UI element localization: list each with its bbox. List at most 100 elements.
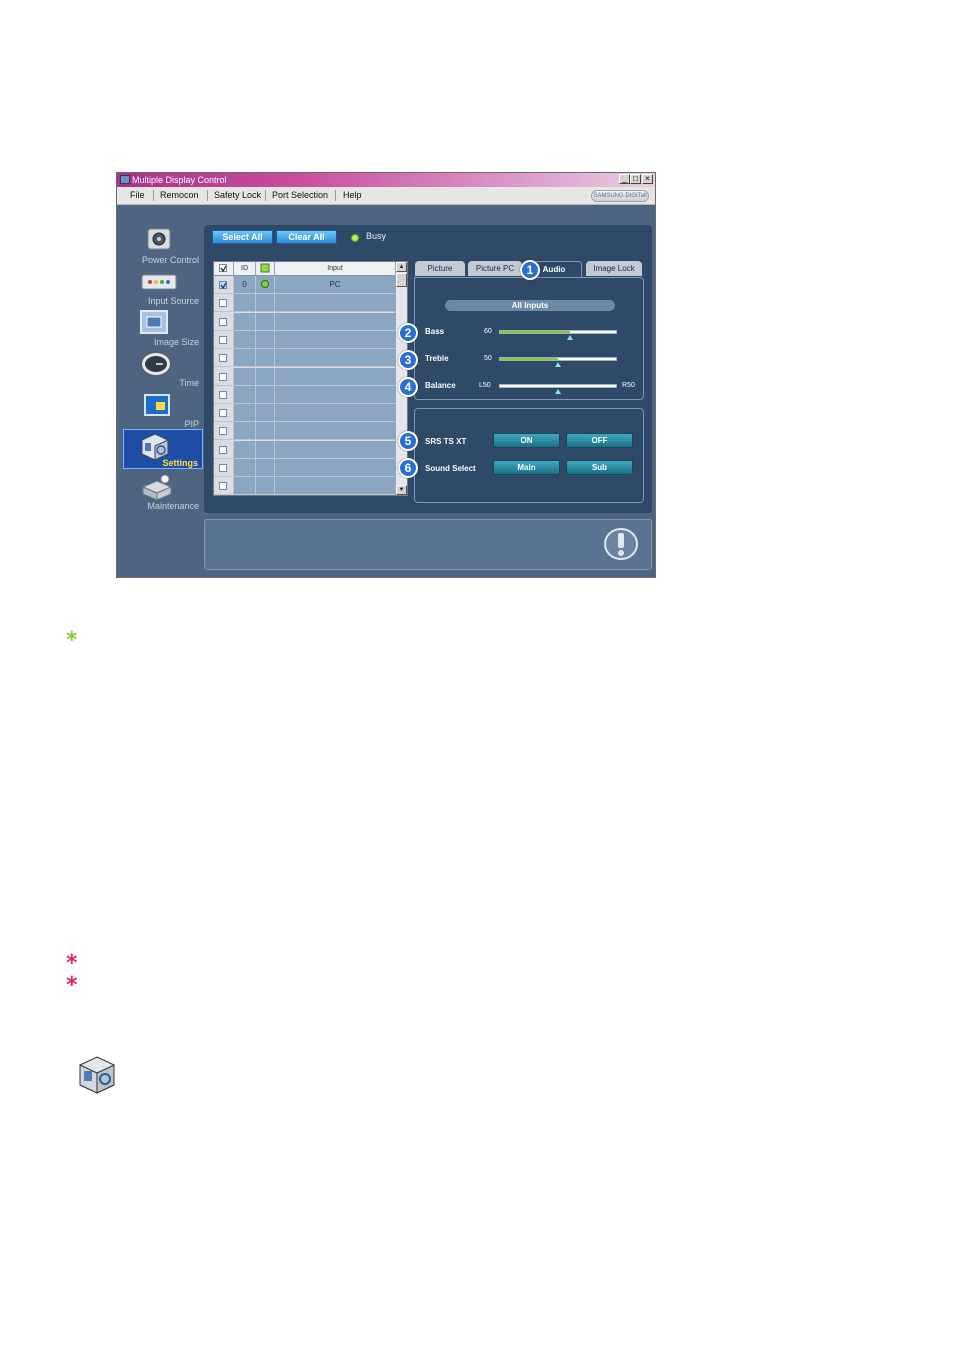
row-checkbox[interactable] <box>219 390 227 399</box>
row-checkbox[interactable] <box>219 445 227 454</box>
row-id-cell <box>234 422 256 440</box>
row-status-cell <box>256 440 275 458</box>
table-row[interactable] <box>214 312 396 331</box>
row-input-cell <box>275 312 396 330</box>
app-icon <box>120 175 130 184</box>
table-row[interactable] <box>214 422 396 441</box>
title-bar[interactable]: Multiple Display Control _ □ × <box>117 173 655 187</box>
balance-slider-thumb[interactable] <box>555 389 561 394</box>
treble-slider-thumb[interactable] <box>555 362 561 367</box>
nav-pip[interactable]: PIP <box>123 389 203 429</box>
row-checkbox[interactable] <box>219 354 227 363</box>
row-checkbox-cell[interactable] <box>214 312 234 330</box>
scroll-thumb[interactable] <box>396 273 407 287</box>
row-checkbox[interactable] <box>219 335 227 344</box>
row-checkbox[interactable] <box>219 427 227 436</box>
table-row[interactable] <box>214 459 396 477</box>
table-row[interactable] <box>214 330 396 349</box>
nav-image-size[interactable]: Image Size <box>123 307 203 347</box>
scroll-down-icon[interactable]: ▼ <box>396 485 407 495</box>
srs-off-button[interactable]: OFF <box>566 433 633 448</box>
table-row[interactable] <box>214 404 396 423</box>
srs-on-button[interactable]: ON <box>493 433 560 448</box>
exclamation-icon <box>604 528 638 560</box>
srs-label: SRS TS XT <box>425 437 467 446</box>
sound-options-panel: SRS TS XT ON OFF Sound Select Main Sub <box>414 408 644 503</box>
app-window: Multiple Display Control _ □ × File Remo… <box>116 172 656 578</box>
row-checkbox[interactable] <box>219 409 227 418</box>
row-input-cell <box>275 440 396 458</box>
table-row[interactable] <box>214 349 396 368</box>
table-row[interactable] <box>214 440 396 459</box>
close-button[interactable]: × <box>642 174 653 184</box>
row-checkbox-cell[interactable] <box>214 330 234 348</box>
row-checkbox-cell[interactable] <box>214 294 234 312</box>
row-checkbox-cell[interactable] <box>214 459 234 476</box>
menu-remocon[interactable]: Remocon <box>160 190 199 200</box>
nav-input-source[interactable]: Input Source <box>123 266 203 306</box>
row-checkbox[interactable] <box>219 317 227 326</box>
nav-maintenance[interactable]: Maintenance <box>123 471 203 511</box>
column-status-header[interactable] <box>256 262 275 275</box>
maximize-button[interactable]: □ <box>630 174 641 184</box>
tab-picture-pc[interactable]: Picture PC <box>468 261 522 276</box>
select-all-button[interactable]: Select All <box>212 230 273 244</box>
table-row[interactable] <box>214 385 396 404</box>
sound-sub-button[interactable]: Sub <box>566 460 633 475</box>
sound-main-button[interactable]: Main <box>493 460 560 475</box>
row-input-cell <box>275 477 396 495</box>
row-checkbox-cell[interactable] <box>214 477 234 495</box>
row-id-cell <box>234 330 256 348</box>
column-input-header[interactable]: Input <box>275 262 396 275</box>
menu-file[interactable]: File <box>130 190 145 200</box>
row-status-cell <box>256 349 275 367</box>
menu-divider <box>335 190 336 201</box>
row-checkbox[interactable] <box>219 299 227 308</box>
row-checkbox-cell[interactable] <box>214 276 234 293</box>
row-id-cell <box>234 404 256 422</box>
nav-power-control[interactable]: Power Control <box>123 225 203 265</box>
menu-safety-lock[interactable]: Safety Lock <box>214 190 261 200</box>
balance-slider[interactable] <box>499 384 617 394</box>
clear-all-button[interactable]: Clear All <box>276 230 337 244</box>
row-checkbox-cell[interactable] <box>214 422 234 440</box>
callout-badge: 5 <box>398 431 418 451</box>
nav-time[interactable]: Time <box>123 348 203 388</box>
tab-picture[interactable]: Picture <box>415 261 465 276</box>
row-checkbox[interactable] <box>219 372 227 381</box>
nav-label: PIP <box>184 419 199 429</box>
table-row[interactable]: 0 PC <box>214 276 396 294</box>
row-checkbox[interactable] <box>219 482 227 491</box>
callout-badge: 6 <box>398 458 418 478</box>
column-id-header[interactable]: ID <box>234 262 256 275</box>
row-checkbox-cell[interactable] <box>214 440 234 458</box>
row-status-cell <box>256 367 275 385</box>
nav-settings[interactable]: Settings <box>123 429 203 469</box>
row-checkbox[interactable] <box>219 281 227 289</box>
row-input-cell <box>275 367 396 385</box>
tab-image-lock[interactable]: Image Lock <box>586 261 642 276</box>
maintenance-icon <box>141 474 173 501</box>
menu-help[interactable]: Help <box>343 190 362 200</box>
row-checkbox-cell[interactable] <box>214 404 234 422</box>
row-checkbox-cell[interactable] <box>214 385 234 403</box>
table-row[interactable] <box>214 367 396 386</box>
scroll-up-icon[interactable]: ▲ <box>396 262 407 272</box>
row-checkbox-cell[interactable] <box>214 349 234 367</box>
select-all-checkbox-header[interactable] <box>214 262 234 275</box>
treble-slider[interactable] <box>499 357 617 367</box>
all-inputs-label: All Inputs <box>445 300 615 311</box>
bass-slider-thumb[interactable] <box>566 335 573 340</box>
nav-label: Settings <box>162 458 198 468</box>
bass-slider[interactable] <box>499 330 617 340</box>
row-checkbox[interactable] <box>219 464 227 472</box>
menu-port-selection[interactable]: Port Selection <box>272 190 328 200</box>
row-id-cell <box>234 367 256 385</box>
minimize-button[interactable]: _ <box>619 174 630 184</box>
table-row[interactable] <box>214 477 396 495</box>
row-status-cell <box>256 404 275 422</box>
row-checkbox-cell[interactable] <box>214 367 234 385</box>
nav-label: Input Source <box>147 296 199 306</box>
status-header-icon <box>260 263 270 273</box>
table-row[interactable] <box>214 294 396 313</box>
